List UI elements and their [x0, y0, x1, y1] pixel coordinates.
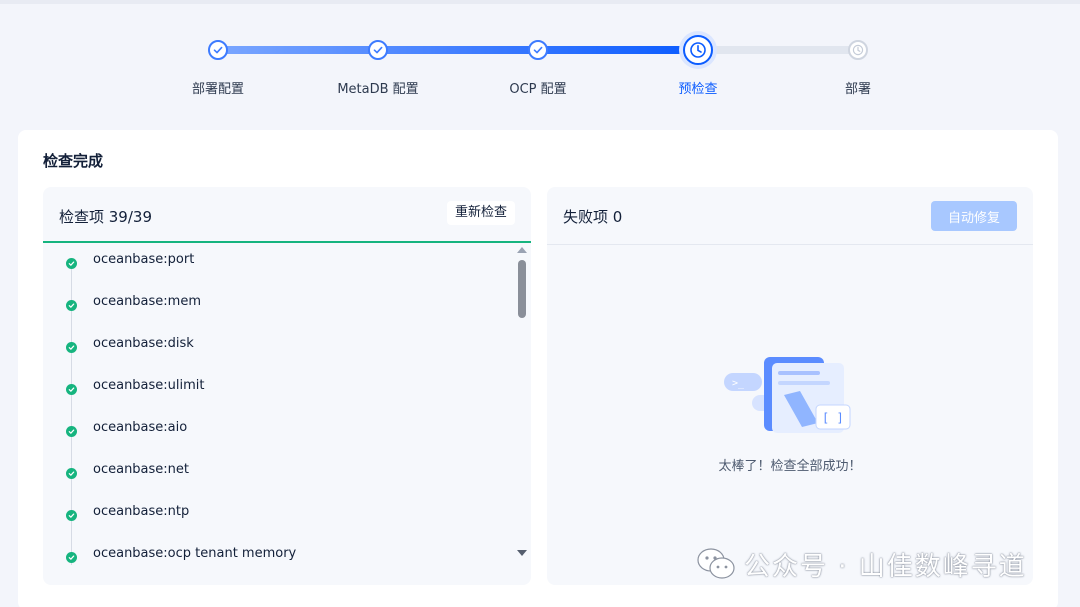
step-2-check-icon [368, 40, 388, 60]
recheck-button[interactable]: 重新检查 [446, 201, 515, 225]
check-item-label: oceanbase:ocp tenant memory [93, 546, 297, 561]
list-item: oceanbase:disk [43, 329, 513, 371]
wechat-icon [697, 548, 735, 579]
card-title: 检查完成 [43, 152, 104, 170]
check-items-panel: 检查项 39/39 重新检查 oceanbase:port oceanbase:… [43, 187, 531, 585]
check-item-label: oceanbase:ulimit [93, 378, 205, 393]
check-item-label: oceanbase:port [93, 252, 195, 267]
check-items-list[interactable]: oceanbase:port oceanbase:mem oceanbase:d… [43, 245, 513, 585]
wechat-watermark: 公众号 · 山佳数峰寻道 [696, 544, 1027, 584]
success-check-icon [66, 258, 77, 269]
watermark-text: 公众号 · 山佳数峰寻道 [744, 551, 1027, 582]
step-label-ocp-config: OCP 配置 [509, 82, 567, 97]
scroll-up-arrow-icon[interactable] [517, 247, 527, 253]
check-item-label: oceanbase:disk [93, 336, 194, 351]
failed-items-panel: 失败项 0 自动修复 >_ [ ] 太棒了！检查全部成功！ [547, 187, 1033, 585]
stepper-progress-remaining [698, 46, 858, 54]
list-item: oceanbase:aio [43, 413, 513, 455]
success-check-icon [66, 552, 77, 563]
check-items-title: 检查项 39/39 [59, 208, 152, 226]
svg-text:[ ]: [ ] [822, 411, 844, 425]
step-5-clock-icon [848, 40, 868, 60]
list-item: oceanbase:mem [43, 287, 513, 329]
success-check-icon [66, 510, 77, 521]
success-check-icon [66, 342, 77, 353]
check-items-header: 检查项 39/39 重新检查 [43, 187, 531, 243]
success-check-icon [66, 426, 77, 437]
auto-fix-button[interactable]: 自动修复 [931, 201, 1017, 231]
step-label-deploy-config: 部署配置 [191, 82, 244, 97]
stepper-progress-done [218, 46, 698, 54]
success-check-icon [66, 468, 77, 479]
empty-success-text: 太棒了！检查全部成功！ [718, 459, 862, 474]
list-item: oceanbase:port [43, 245, 513, 287]
list-item: oceanbase:ulimit [43, 371, 513, 413]
scrollbar-thumb[interactable] [518, 260, 526, 318]
step-label-precheck: 预检查 [678, 82, 718, 97]
list-item: oceanbase:ocp tenant memory [43, 539, 513, 581]
empty-success-illustration: >_ [ ] [724, 357, 851, 433]
precheck-card: 检查完成 检查项 39/39 重新检查 oceanbase:port ocean… [18, 130, 1058, 607]
check-list-scrollbar[interactable] [515, 247, 529, 567]
check-item-label: oceanbase:mem [93, 294, 201, 309]
check-item-label: oceanbase:ntp [93, 504, 190, 519]
success-check-icon [66, 300, 77, 311]
step-label-metadb-config: MetaDB 配置 [337, 82, 419, 97]
step-1-check-icon [208, 40, 228, 60]
step-3-check-icon [528, 40, 548, 60]
check-item-label: oceanbase:net [93, 462, 190, 477]
step-label-deploy: 部署 [844, 82, 871, 97]
success-check-icon [66, 384, 77, 395]
deploy-stepper: 部署配置 MetaDB 配置 OCP 配置 预检查 部署 [0, 0, 1080, 120]
step-4-clock-icon [683, 35, 713, 65]
list-item: oceanbase:net [43, 455, 513, 497]
list-item: oceanbase:ntp [43, 497, 513, 539]
check-item-label: oceanbase:aio [93, 420, 188, 435]
svg-text:>_: >_ [732, 378, 745, 389]
failed-items-header: 失败项 0 自动修复 [547, 187, 1033, 245]
scroll-down-arrow-icon[interactable] [517, 550, 527, 556]
failed-items-title: 失败项 0 [563, 208, 623, 226]
